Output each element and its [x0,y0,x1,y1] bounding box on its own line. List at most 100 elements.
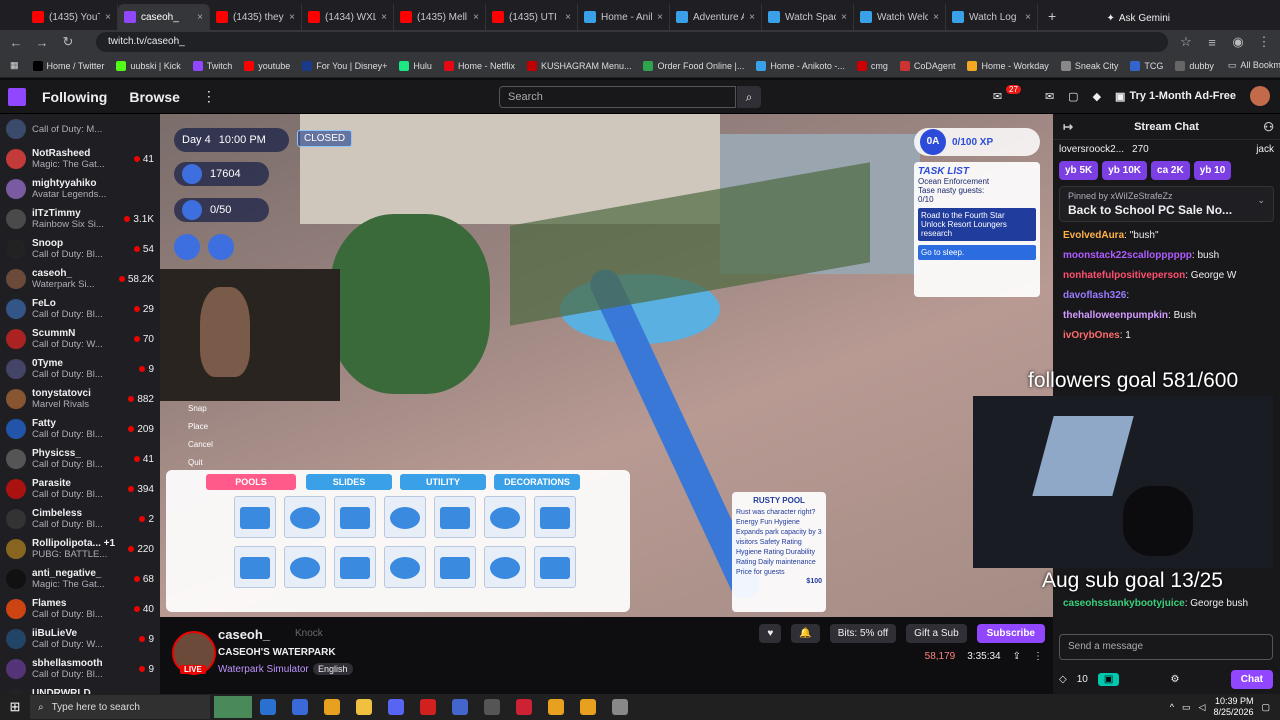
menu-icon[interactable]: ⋮ [1256,34,1272,50]
close-tab-icon[interactable]: × [565,12,571,23]
apps-icon[interactable]: ▦ [10,60,19,71]
message-user[interactable]: thehalloweenpumpkin [1063,310,1168,321]
chat-send-button[interactable]: Chat [1230,669,1273,689]
sidebar-channel[interactable]: mightyyahiko Avatar Legends... [0,174,160,204]
app-icon-5[interactable] [516,699,532,715]
channel-points-icon[interactable]: ◇ [1059,674,1067,685]
whispers-icon[interactable]: ✉ [1045,90,1054,103]
search-icon[interactable]: ⌕ [737,86,761,108]
sidebar-channel[interactable]: Cimbeless Call of Duty: Bl... 2 [0,504,160,534]
sidebar-channel[interactable]: UNDRWRLD_Marvel Rivals8 [0,684,160,694]
bookmark-item[interactable]: Home - Anikoto -... [756,60,845,71]
video-player[interactable]: Day 4 10:00 PM CLOSED 17604 0/50 Snap Pla… [160,114,1053,617]
message-user[interactable]: ivOrybOnes [1063,330,1120,341]
media-icon[interactable] [420,699,436,715]
share-icon[interactable]: ⇪ [1013,651,1021,662]
chrome-icon[interactable] [324,699,340,715]
follow-heart-icon[interactable]: ♥ [759,624,782,643]
channel-name[interactable]: caseoh_ [218,627,270,642]
forward-icon[interactable]: → [34,35,50,50]
close-tab-icon[interactable]: × [289,12,295,23]
browser-tab[interactable]: Home - Anik × [578,4,670,30]
more-options-icon[interactable]: ⋮ [1033,651,1043,662]
sidebar-channel[interactable]: ScummN Call of Duty: W... 70 [0,324,160,354]
browser-tab[interactable]: (1435) YouTub × [26,4,118,30]
app-icon-6[interactable] [612,699,628,715]
user-avatar[interactable] [1250,86,1270,106]
settings-icon[interactable]: ⚙ [1171,674,1180,685]
collapse-chat-icon[interactable]: ↦ [1063,120,1073,134]
sidebar-channel[interactable]: NotRasheed Magic: The Gat... 41 [0,144,160,174]
sidebar-channel[interactable]: 0Tyme Call of Duty: Bl... 9 [0,354,160,384]
bookmark-item[interactable]: For You | Disney+ [302,60,387,71]
all-bookmarks[interactable]: ▭All Bookmarks [1228,60,1280,71]
more-icon[interactable]: ⋮ [202,88,216,105]
discord-icon[interactable] [388,699,404,715]
close-tab-icon[interactable]: × [841,12,847,23]
chrome-icon-3[interactable] [580,699,596,715]
browser-tab[interactable]: Watch Welc × [854,4,946,30]
activity-icon[interactable]: ▢ [1068,90,1078,103]
browser-tab[interactable]: (1435) Mell × [394,4,486,30]
volume-icon[interactable]: ◁ [1199,702,1206,713]
knock-button[interactable]: Knock [295,628,323,639]
sidebar-channel[interactable]: Snoop Call of Duty: Bl... 54 [0,234,160,264]
new-tab-button[interactable]: + [1048,8,1056,24]
taskbar-app-icon-1[interactable] [260,699,276,715]
nav-browse[interactable]: Browse [129,89,180,105]
browser-tab[interactable]: Watch Log H × [946,4,1038,30]
back-icon[interactable]: ← [8,35,24,50]
bits-button[interactable]: Bits: 5% off [829,624,897,643]
browser-tab[interactable]: (1435) UTI N × [486,4,578,30]
url-field[interactable]: twitch.tv/caseoh_ [96,32,1168,52]
bookmark-star-icon[interactable]: ☆ [1178,34,1194,50]
sidebar-channel[interactable]: Rollipolipota... +1 PUBG: BATTLE... 220 [0,534,160,564]
close-tab-icon[interactable]: × [197,12,203,23]
reload-icon[interactable]: ↻ [60,34,76,50]
message-user[interactable]: EvolvedAura [1063,230,1124,241]
tray-chevron-icon[interactable]: ^ [1170,702,1174,712]
sidebar-channel[interactable]: Fatty Call of Duty: Bl... 209 [0,414,160,444]
bookmark-item[interactable]: KUSHAGRAM Menu... [526,60,631,71]
file-explorer-icon[interactable] [356,699,372,715]
sidebar-channel[interactable]: anti_negative_ Magic: The Gat... 68 [0,564,160,594]
close-tab-icon[interactable]: × [381,12,387,23]
pinned-message[interactable]: Pinned by xWiIZeStrafeZz Back to School … [1059,186,1274,222]
claim-icon[interactable]: ▣ [1097,672,1120,686]
gift-sub-button[interactable]: Gift a Sub [906,624,967,643]
bookmark-item[interactable]: Sneak City [1060,60,1118,71]
users-icon[interactable]: ⚇ [1263,120,1274,134]
bookmark-item[interactable]: Home - Workday [967,60,1049,71]
chat-input[interactable]: Send a message [1059,634,1273,660]
bookmark-item[interactable]: uubski | Kick [116,60,181,71]
browser-tab[interactable]: Adventure A × [670,4,762,30]
stream-game[interactable]: Waterpark Simulator [218,664,309,675]
nav-following[interactable]: Following [42,89,107,105]
app-icon-3[interactable] [452,699,468,715]
message-user[interactable]: moonstack22scallopppppp [1063,250,1192,261]
bits-chip[interactable]: ca 2K [1151,161,1190,180]
close-tab-icon[interactable]: × [1025,12,1031,23]
bookmark-item[interactable]: Twitch [192,60,232,71]
sidebar-channel[interactable]: Flames Call of Duty: Bl... 40 [0,594,160,624]
message-user[interactable]: nonhatefulpositiveperson [1063,270,1185,281]
extensions-icon[interactable]: ≡ [1204,35,1220,50]
subscribe-button[interactable]: Subscribe [976,624,1045,643]
browser-tab[interactable]: caseoh_ × [118,4,210,30]
bits-chip[interactable]: yb 10 [1193,161,1232,180]
windows-start-icon[interactable]: ⊞ [0,699,30,715]
sidebar-channel[interactable]: Call of Duty: M... [0,114,160,144]
browser-tab[interactable]: (1434) WXLT × [302,4,394,30]
ad-free-button[interactable]: ▣ Try 1-Month Ad-Free [1115,90,1236,103]
language-tag[interactable]: English [313,663,353,675]
sidebar-channel[interactable]: sbhellasmooth Call of Duty: Bl... 9 [0,654,160,684]
sidebar-channel[interactable]: tonystatovci Marvel Rivals 882 [0,384,160,414]
bookmark-item[interactable]: TCG [1130,60,1163,71]
ask-gemini-button[interactable]: ✦ Ask Gemini [1106,13,1170,24]
bookmark-item[interactable]: youtube [244,60,290,71]
clock[interactable]: 10:39 PM 8/25/2026 [1213,696,1253,718]
close-tab-icon[interactable]: × [749,12,755,23]
bookmark-item[interactable]: Home / Twitter [32,60,104,71]
sidebar-channel[interactable]: iiBuLieVe Call of Duty: W... 9 [0,624,160,654]
browser-tab[interactable]: Watch Spac × [762,4,854,30]
